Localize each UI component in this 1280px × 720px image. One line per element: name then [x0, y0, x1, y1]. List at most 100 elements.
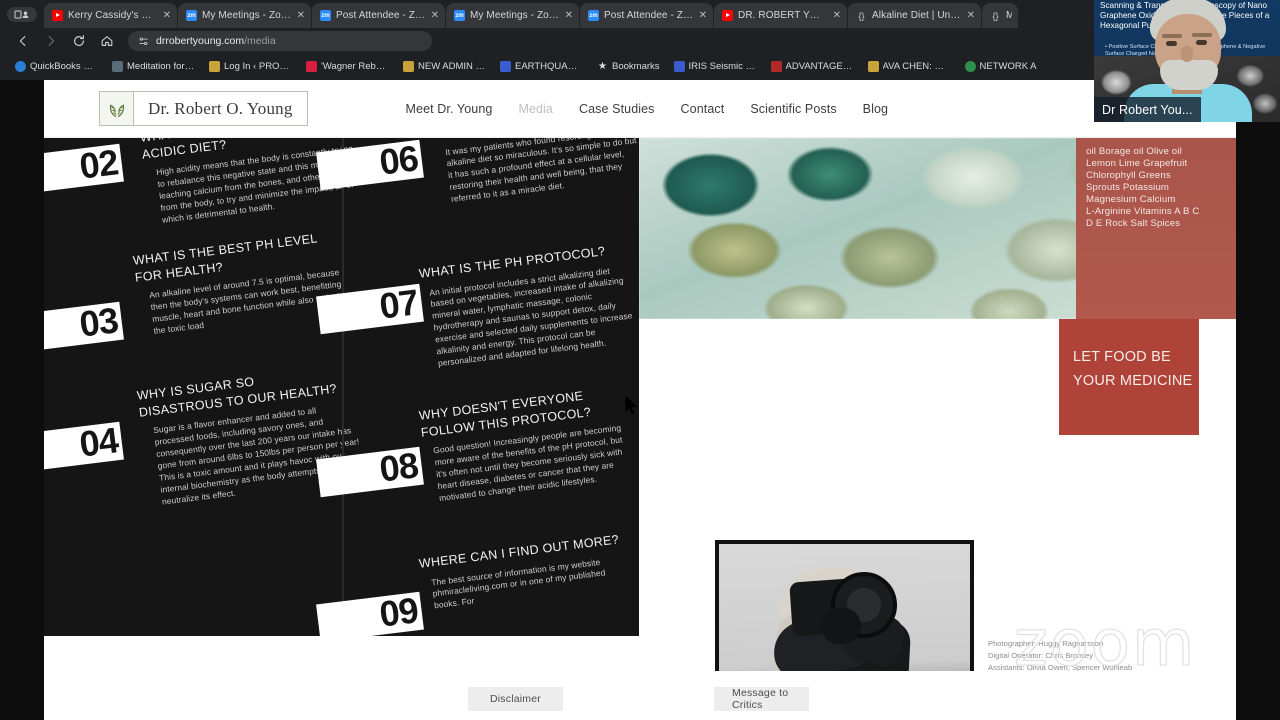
bookmark-label: AVA CHEN: MILES...	[882, 60, 951, 72]
section-number: 03	[77, 299, 120, 345]
bookmark-item[interactable]: 'Wagner Rebellion'...	[299, 60, 396, 72]
bookmark-favicon	[770, 60, 782, 72]
address-bar[interactable]: drrobertyoung.com/media	[128, 31, 432, 51]
section-number-tag: 02	[44, 141, 124, 195]
section-number: 07	[377, 281, 420, 327]
mouse-cursor	[625, 396, 638, 415]
nav-item-case-studies[interactable]: Case Studies	[579, 102, 655, 116]
food-item: Magnesium Calcium	[1086, 194, 1176, 206]
faq-answer: It was my patients who found resorting t…	[444, 138, 638, 205]
generic-page-icon: {}	[992, 10, 999, 21]
infographic-panel: 02 WHAT ARE THE DANGERS OF AN ACIDIC DIE…	[44, 138, 639, 636]
bookmark-item[interactable]: NEW ADMIN FOR...	[396, 60, 493, 72]
youtube-icon	[722, 10, 733, 21]
browser-tab[interactable]: zm Post Attendee - Zoom ✕	[312, 3, 445, 28]
profile-avatar-icon[interactable]	[7, 6, 37, 22]
star-icon: ★	[598, 60, 607, 72]
site-logo-text: Dr. Robert O. Young	[148, 98, 293, 118]
participant-nose	[1181, 46, 1193, 62]
tab-title: My Meetings - Zoom	[202, 10, 292, 21]
bookmark-item[interactable]: Meditation for the...	[105, 60, 202, 72]
zoom-icon: zm	[186, 10, 197, 21]
bookmark-label: Bookmarks	[612, 60, 660, 72]
tune-icon	[139, 37, 148, 45]
forward-arrow-icon[interactable]	[38, 29, 64, 53]
zoom-icon: zm	[320, 10, 331, 21]
close-icon[interactable]: ✕	[565, 10, 573, 21]
bookmark-label: QuickBooks SET U...	[30, 60, 98, 72]
url-text: drrobertyoung.com/media	[156, 35, 276, 47]
browser-tab[interactable]: zm My Meetings - Zoom ✕	[446, 3, 579, 28]
pebbles-photo: oil Borage oil Olive oil Lemon Lime Grap…	[639, 138, 1236, 319]
browser-tab[interactable]: zm Post Attendee - Zoom ✕	[580, 3, 713, 28]
site-logo[interactable]: Dr. Robert O. Young	[99, 91, 308, 126]
bookmark-item[interactable]: NETWORK A	[958, 60, 1044, 72]
bookmark-favicon	[403, 60, 414, 72]
nav-item-contact[interactable]: Contact	[681, 102, 725, 116]
food-item: Chlorophyll Greens	[1086, 170, 1171, 182]
participant-name-badge: Dr Robert You...	[1094, 97, 1201, 122]
close-icon[interactable]: ✕	[431, 10, 439, 21]
bookmark-item[interactable]: Log In ‹ PROJECT...	[202, 60, 299, 72]
bookmark-label: Log In ‹ PROJECT...	[224, 60, 292, 72]
bookmark-item[interactable]: AVA CHEN: MILES...	[861, 60, 958, 72]
participant-name: Dr Robert You...	[1102, 102, 1193, 117]
tab-title: Post Attendee - Zoom	[604, 10, 694, 21]
close-icon[interactable]: ✕	[833, 10, 841, 21]
close-icon[interactable]: ✕	[967, 10, 975, 21]
section-number: 06	[377, 138, 420, 183]
bookmarks-bar: QuickBooks SET U... Meditation for the..…	[0, 54, 1280, 78]
faq-item: WHY IS IT CALLED A MIRACLE? It was my pa…	[430, 138, 639, 207]
bookmark-item[interactable]: IRIS Seismic Monit...	[667, 60, 764, 72]
home-icon[interactable]	[94, 29, 120, 53]
profile-button[interactable]	[0, 0, 44, 28]
url-path: /media	[244, 35, 276, 47]
browser-tab[interactable]: {} M	[982, 3, 1018, 28]
bookmark-label: NETWORK A	[979, 60, 1037, 72]
tab-title: My Meetings - Zoom	[470, 10, 560, 21]
bookmark-folder[interactable]: ★ Bookmarks	[590, 61, 667, 72]
browser-toolbar: drrobertyoung.com/media	[0, 28, 1280, 54]
credit-line: Photographer: Huggy Ragnarsson	[988, 639, 1104, 648]
site-header: Dr. Robert O. Young Meet Dr. Young Media…	[44, 80, 1236, 138]
close-icon[interactable]: ✕	[297, 10, 305, 21]
message-to-critics-button[interactable]: Message to Critics	[714, 687, 809, 711]
tab-title: DR. ROBERT YOUNG	[738, 10, 828, 21]
faq-item: WHY DOESN'T EVERYONE FOLLOW THIS PROTOCO…	[418, 382, 639, 506]
close-icon[interactable]: ✕	[163, 10, 171, 21]
close-icon[interactable]: ✕	[699, 10, 707, 21]
bookmark-favicon	[15, 60, 26, 72]
reload-icon[interactable]	[66, 29, 92, 53]
nav-item-media[interactable]: Media	[518, 102, 553, 116]
nav-item-blog[interactable]: Blog	[863, 102, 888, 116]
zoom-video-overlay[interactable]: Scanning & Transmission Microscopy of Na…	[1094, 0, 1280, 122]
participant-eyebrow-right	[1192, 33, 1212, 37]
bookmark-favicon	[964, 60, 976, 72]
bookmark-favicon	[500, 60, 511, 72]
bookmark-item[interactable]: EARTHQUAKES W...	[493, 60, 590, 72]
participant-eye-left	[1166, 41, 1177, 46]
section-number: 09	[377, 589, 420, 635]
back-arrow-icon[interactable]	[10, 29, 36, 53]
nav-item-scientific-posts[interactable]: Scientific Posts	[750, 102, 836, 116]
disclaimer-button[interactable]: Disclaimer	[468, 687, 563, 711]
browser-tab[interactable]: Kerry Cassidy's Zoom ✕	[44, 3, 177, 28]
nav-item-meet-dr-young[interactable]: Meet Dr. Young	[406, 102, 493, 116]
url-domain: drrobertyoung.com	[156, 35, 245, 47]
browser-tab[interactable]: {} Alkaline Diet | United S ✕	[848, 3, 981, 28]
browser-tab[interactable]: zm My Meetings - Zoom ✕	[178, 3, 311, 28]
bookmark-item[interactable]: QuickBooks SET U...	[8, 60, 105, 72]
section-number: 02	[77, 141, 120, 187]
infographic-column-1: 02 WHAT ARE THE DANGERS OF AN ACIDIC DIE…	[44, 138, 360, 636]
bookmark-favicon	[673, 60, 685, 72]
bookmark-label: ADVANTAGE REGI...	[785, 60, 854, 72]
browser-tab[interactable]: DR. ROBERT YOUNG ✕	[714, 3, 847, 28]
section-number-tag: 04	[44, 419, 124, 473]
bookmark-item[interactable]: ADVANTAGE REGI...	[764, 60, 861, 72]
food-item: L-Arginine Vitamins A B C	[1086, 206, 1200, 218]
bookmark-label: Meditation for the...	[127, 60, 195, 72]
food-item: Lemon Lime Grapefruit	[1086, 158, 1188, 170]
participant-beard	[1160, 60, 1218, 90]
tab-title: M	[1006, 10, 1012, 21]
faq-item: WHAT IS THE PH PROTOCOL? An initial prot…	[418, 240, 639, 371]
